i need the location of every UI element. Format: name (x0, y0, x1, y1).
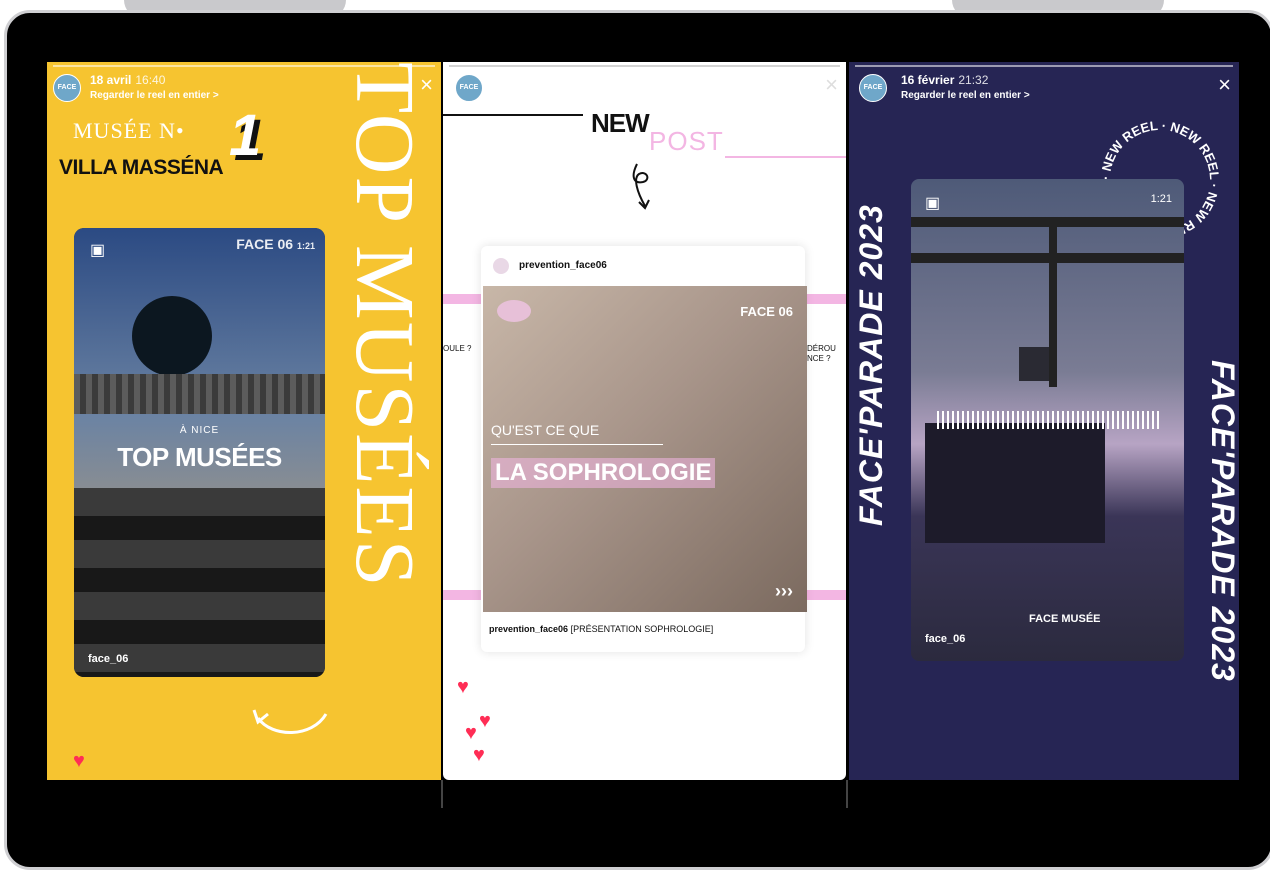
reel-title: TOP MUSÉES (117, 442, 282, 472)
story-time: 16:40 (135, 73, 166, 87)
story-progress-bar (449, 65, 840, 67)
avatar[interactable]: FACE (53, 74, 81, 102)
watch-reel-link[interactable]: Regarder le reel en entier > (90, 90, 219, 101)
reel-icon: ▣ (925, 195, 941, 212)
story-progress-bar (855, 65, 1233, 67)
vertical-title-text: TOP MUSÉES (338, 62, 431, 589)
avatar[interactable]: FACE (455, 74, 483, 102)
post-question: QU'EST CE QUE (491, 422, 600, 438)
story-musee[interactable]: FACE 18 avril 16:40 Regarder le reel en e… (47, 62, 441, 780)
new-underline (443, 114, 583, 116)
post-label: POST (649, 126, 724, 156)
reel-icon: ▣ (90, 242, 106, 259)
story-face-parade[interactable]: FACE 16 février 21:32 Regarder le reel en… (849, 62, 1239, 780)
post-caption: prevention_face06 [PRÉSENTATION SOPHROLO… (489, 624, 713, 634)
story-date: 16 février 21:32 (901, 73, 989, 87)
heart-logo-icon (497, 300, 531, 322)
post-image: FACE 06 QU'EST CE QUE LA SOPHROLOGIE ››› (483, 286, 807, 612)
heart-icon: ♥ (73, 750, 85, 772)
truss-shape (1049, 217, 1057, 387)
chevrons-icon: ››› (775, 581, 793, 601)
audio-wave (937, 411, 1159, 429)
post-avatar (493, 258, 509, 274)
post-account[interactable]: prevention_face06 (519, 260, 607, 271)
vertical-title-right: FACE'PARADE 2023 (1205, 360, 1239, 682)
post-question-underline (491, 444, 663, 445)
vertical-title: TOP MUSÉES (338, 62, 431, 780)
new-label: NEW (591, 108, 650, 138)
close-icon[interactable]: × (1218, 74, 1231, 96)
speaker-shape (1019, 347, 1049, 381)
squiggle-arrow-icon (632, 163, 650, 210)
palm-tree-shape (132, 296, 212, 376)
heart-icon: ♥ (473, 744, 485, 766)
dj-booth-shape (925, 423, 1105, 543)
reel-logo: FACE MUSÉE (1029, 613, 1101, 625)
post-title: LA SOPHROLOGIE (491, 458, 716, 488)
headline-musee: MUSÉE N• (73, 118, 185, 143)
truss-shape (911, 253, 1184, 263)
reel-username[interactable]: face_06 (88, 653, 128, 665)
story-divider (441, 780, 443, 808)
post-caption-user: prevention_face06 (489, 624, 569, 634)
balustrade-shape (74, 374, 325, 414)
avatar[interactable]: FACE (859, 74, 887, 102)
close-icon[interactable]: × (825, 74, 838, 96)
post-logo: FACE 06 (740, 304, 793, 319)
headline-number: 1 (229, 103, 262, 168)
reel-timer: 1:21 (296, 241, 315, 251)
story-time: 21:32 (958, 73, 989, 87)
reel-username[interactable]: face_06 (925, 633, 965, 645)
post-underline (725, 156, 846, 158)
story-date: 18 avril 16:40 (90, 73, 166, 87)
curved-arrow-icon (252, 709, 328, 734)
heart-icon: ♥ (457, 676, 469, 698)
story-sophrologie[interactable]: FACE × NEW POST OULE ? DÉROU NCE ? preve… (443, 62, 846, 780)
vertical-title-left: FACE'PARADE 2023 (853, 204, 889, 526)
reel-timer: 1:21 (1150, 193, 1172, 205)
shared-post-card[interactable]: prevention_face06 FACE 06 QU'EST CE QUE … (481, 246, 807, 652)
post-caption-text: [PRÉSENTATION SOPHROLOGIE] (570, 624, 714, 634)
side-text-right: DÉROU NCE ? (807, 344, 836, 363)
watch-reel-link[interactable]: Regarder le reel en entier > (901, 90, 1030, 101)
side-text-left: OULE ? (443, 344, 472, 353)
story-divider (846, 780, 848, 808)
headline-villa: VILLA MASSÉNA (59, 156, 224, 179)
truss-shape (911, 217, 1184, 227)
heart-icon: ♥ (465, 722, 477, 744)
reel-stairs (74, 488, 325, 677)
reel-preview[interactable]: ▣ FACE 06 1:21 À NICE TOP MUSÉES face_06 (74, 228, 325, 677)
reel-preview[interactable]: ▣ 1:21 FACE MUSÉE face_06 (911, 179, 1184, 661)
heart-icon: ♥ (479, 710, 491, 732)
reel-subtitle: À NICE (179, 425, 220, 436)
face-logo: FACE 06 1:21 (236, 236, 315, 252)
